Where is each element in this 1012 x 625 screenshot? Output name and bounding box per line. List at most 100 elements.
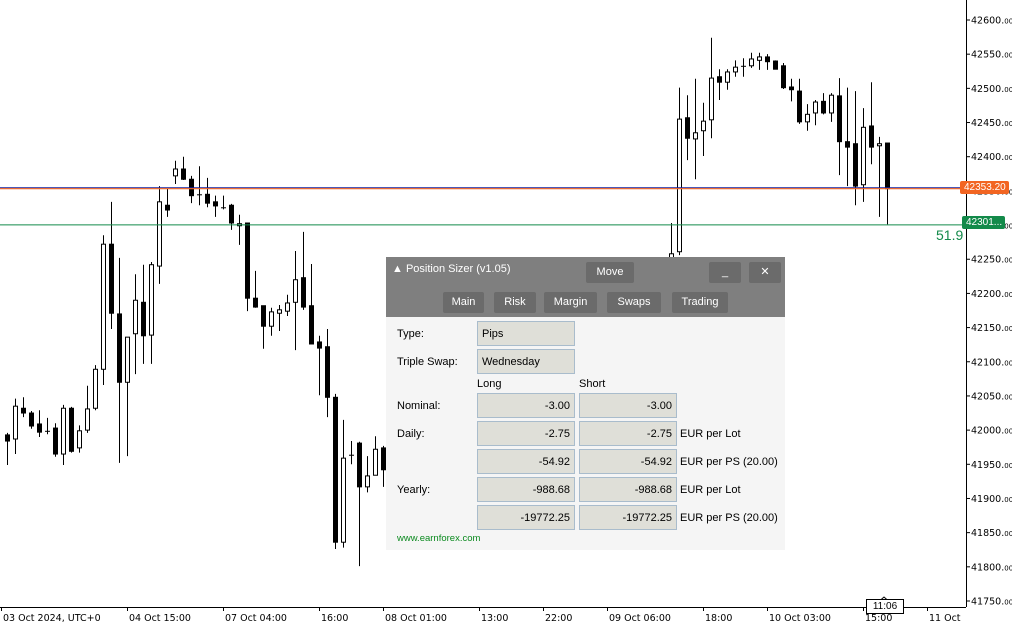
candle-body xyxy=(317,341,322,349)
triple-swap-field[interactable]: Wednesday xyxy=(477,349,575,374)
panel-title[interactable]: ▲ Position Sizer (v1.05) xyxy=(392,263,511,275)
time-tick-label: 16:00 xyxy=(321,613,348,624)
candle xyxy=(765,54,770,70)
candle-body xyxy=(253,297,258,308)
time-tick-label: 13:00 xyxy=(481,613,508,624)
candle-body xyxy=(37,423,42,433)
candle-body xyxy=(125,336,130,383)
candle-body xyxy=(181,168,186,180)
tab-swaps[interactable]: Swaps xyxy=(607,292,661,313)
candle-body xyxy=(93,368,98,409)
candle-body xyxy=(229,204,234,224)
long-swap-field[interactable]: -19772.25 xyxy=(477,505,575,530)
candle-body xyxy=(13,405,18,440)
swap-row-label: Daily: xyxy=(397,428,425,440)
close-button[interactable]: ✕ xyxy=(749,262,781,283)
panel-header[interactable]: ▲ Position Sizer (v1.05) Move _ ✕ Main R… xyxy=(386,257,785,317)
candle-body xyxy=(53,427,58,455)
candle xyxy=(693,78,698,180)
candle-body xyxy=(757,56,762,61)
candle xyxy=(309,264,314,345)
candle xyxy=(685,95,690,161)
candle xyxy=(717,69,722,100)
candle xyxy=(277,305,282,332)
swap-unit-label: EUR per Lot xyxy=(680,428,741,440)
move-button[interactable]: Move xyxy=(586,262,634,283)
candle xyxy=(845,87,850,187)
short-swap-field[interactable]: -54.92 xyxy=(579,449,677,474)
candle-body xyxy=(165,204,170,211)
long-swap-field[interactable]: -2.75 xyxy=(477,421,575,446)
candle xyxy=(133,274,138,375)
line-price-tag[interactable]: 42301... xyxy=(962,216,1006,229)
candle xyxy=(229,203,234,230)
price-tick-label: 42250.00 xyxy=(971,255,1012,266)
swap-unit-label: EUR per PS (20.00) xyxy=(680,456,778,468)
candle xyxy=(165,188,170,217)
short-swap-field[interactable]: -2.75 xyxy=(579,421,677,446)
candle xyxy=(197,166,202,206)
candle xyxy=(869,82,874,165)
short-swap-field[interactable]: -988.68 xyxy=(579,477,677,502)
long-swap-field[interactable]: -54.92 xyxy=(477,449,575,474)
candle-body xyxy=(85,408,90,431)
candle-body xyxy=(141,301,146,337)
candle xyxy=(677,87,682,256)
candle xyxy=(829,93,834,122)
price-tick-label: 41950.00 xyxy=(971,460,1012,471)
price-tick-label: 42450.00 xyxy=(971,118,1012,129)
candle xyxy=(365,456,370,493)
candle-body xyxy=(845,141,850,148)
short-swap-field[interactable]: -3.00 xyxy=(579,393,677,418)
candle-body xyxy=(173,168,178,177)
candle-body xyxy=(277,309,282,314)
minimize-button[interactable]: _ xyxy=(709,262,741,283)
price-tick-label: 42100.00 xyxy=(971,357,1012,368)
candle xyxy=(725,69,730,90)
candle xyxy=(53,423,58,457)
tab-margin[interactable]: Margin xyxy=(544,292,597,313)
candle-body xyxy=(341,457,346,543)
website-link[interactable]: www.earnforex.com xyxy=(397,533,480,544)
candle-body xyxy=(333,396,338,543)
candle xyxy=(237,214,242,245)
candle-body xyxy=(773,60,778,70)
candle xyxy=(317,335,322,396)
candle xyxy=(757,52,762,70)
candle xyxy=(701,102,706,157)
tab-trading[interactable]: Trading xyxy=(672,292,728,313)
candle-body xyxy=(685,117,690,139)
candle xyxy=(149,261,154,364)
tab-risk[interactable]: Risk xyxy=(494,292,536,313)
price-tick-label: 42000.00 xyxy=(971,426,1012,437)
candle xyxy=(205,177,210,208)
candle xyxy=(101,235,106,386)
type-field[interactable]: Pips xyxy=(477,321,575,346)
type-label: Type: xyxy=(397,328,424,340)
candle xyxy=(125,336,130,457)
short-swap-field[interactable]: -19772.25 xyxy=(579,505,677,530)
candle xyxy=(341,419,346,548)
candle xyxy=(61,404,66,465)
candle-body xyxy=(149,264,154,336)
long-swap-field[interactable]: -3.00 xyxy=(477,393,575,418)
candle-body xyxy=(261,305,266,327)
candle xyxy=(5,432,10,465)
candle-body xyxy=(749,58,754,67)
long-swap-field[interactable]: -988.68 xyxy=(477,477,575,502)
candle-body xyxy=(693,132,698,140)
candle xyxy=(37,410,42,437)
candle-body xyxy=(765,56,770,63)
candle-body xyxy=(309,305,314,345)
price-tick-label: 42150.00 xyxy=(971,323,1012,334)
candle-body xyxy=(829,94,834,114)
candle xyxy=(253,270,258,308)
candle xyxy=(221,195,226,210)
candle-body xyxy=(101,243,106,370)
candle-body xyxy=(77,430,82,449)
price-tick-label: 41800.00 xyxy=(971,562,1012,573)
tab-main[interactable]: Main xyxy=(443,292,484,313)
candle-body xyxy=(733,66,738,73)
time-tick-label: 18:00 xyxy=(705,613,732,624)
candle xyxy=(261,305,266,349)
